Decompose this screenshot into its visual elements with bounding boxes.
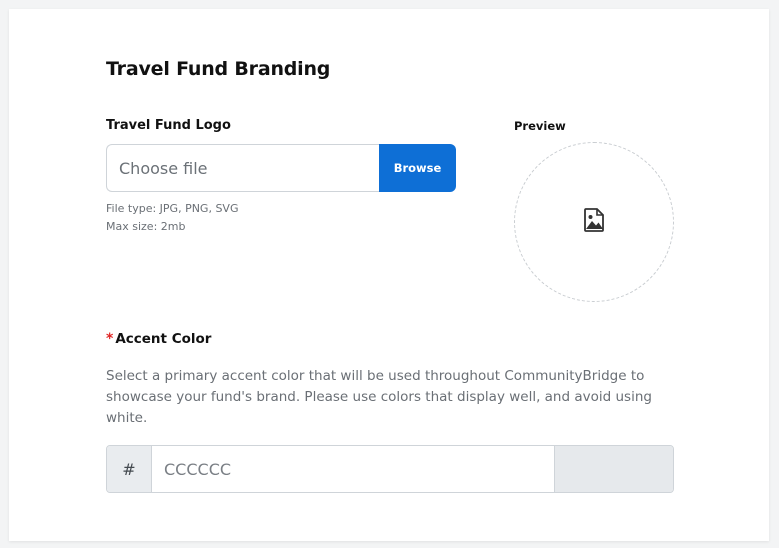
max-size-hint: Max size: 2mb xyxy=(106,220,186,233)
image-icon xyxy=(583,208,605,236)
logo-label: Travel Fund Logo xyxy=(106,118,231,133)
accent-color-label: * Accent Color xyxy=(106,331,211,347)
required-marker: * xyxy=(106,331,114,347)
branding-card: Travel Fund Branding Travel Fund Logo Ch… xyxy=(9,9,769,541)
accent-color-swatch[interactable] xyxy=(554,446,673,492)
browse-button[interactable]: Browse xyxy=(379,144,456,192)
preview-label: Preview xyxy=(514,119,566,133)
file-input-placeholder: Choose file xyxy=(119,158,208,178)
logo-preview xyxy=(514,142,674,302)
accent-color-description: Select a primary accent color that will … xyxy=(106,368,652,426)
page-title: Travel Fund Branding xyxy=(106,58,331,80)
accent-color-input[interactable] xyxy=(152,446,554,492)
accent-color-input-group: # xyxy=(106,445,674,493)
accent-color-label-text: Accent Color xyxy=(115,331,212,347)
logo-file-input[interactable]: Choose file xyxy=(106,144,379,192)
logo-file-picker: Choose file Browse xyxy=(106,144,456,192)
hash-prefix: # xyxy=(107,446,152,492)
file-type-hint: File type: JPG, PNG, SVG xyxy=(106,202,239,215)
